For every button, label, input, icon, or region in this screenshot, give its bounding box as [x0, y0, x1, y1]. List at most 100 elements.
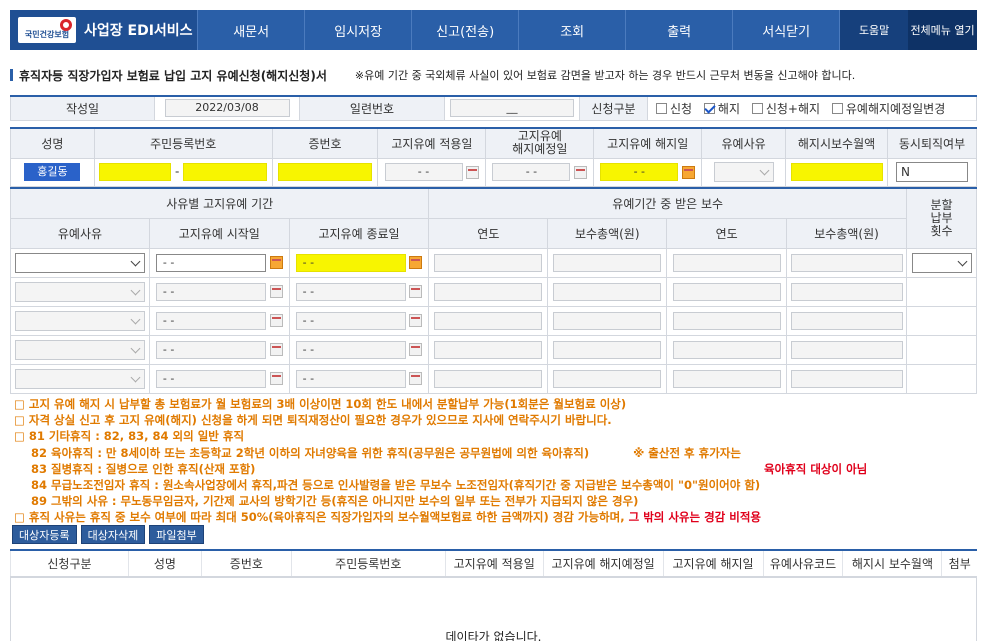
calendar-icon[interactable] — [409, 285, 423, 298]
logo[interactable]: 국민건강보험 사업장 EDI서비스 — [10, 10, 198, 50]
person-table: 성명 주민등록번호 증번호 고지유예 적용일 고지유예 해지예정일 고지유예 해… — [10, 127, 977, 187]
delete-target-button[interactable]: 대상자삭제 — [80, 525, 146, 544]
reason-select[interactable] — [14, 310, 145, 331]
pay-field[interactable] — [553, 340, 662, 359]
rrn-front-field[interactable] — [99, 163, 172, 181]
calendar-icon[interactable] — [409, 256, 423, 269]
chevron-down-icon — [130, 256, 141, 266]
year-field[interactable] — [672, 369, 781, 388]
checkbox-icon[interactable] — [831, 102, 843, 114]
calendar-icon[interactable] — [466, 165, 480, 179]
calendar-icon[interactable] — [269, 372, 283, 385]
name-field[interactable]: 홍길동 — [24, 163, 81, 181]
grid-col[interactable]: 첨부 — [941, 550, 977, 577]
pay-field[interactable] — [553, 282, 662, 301]
grid-col[interactable]: 증번호 — [200, 550, 292, 577]
reason-select[interactable] — [14, 368, 145, 389]
pay-field[interactable] — [790, 340, 903, 359]
grid-col[interactable]: 신청구분 — [10, 550, 129, 577]
installment-select[interactable] — [911, 252, 972, 273]
year-field[interactable] — [434, 282, 543, 301]
option-apply[interactable]: 신청 — [656, 102, 692, 116]
nav-new-document[interactable]: 새문서 — [197, 10, 304, 50]
calendar-icon[interactable] — [409, 343, 423, 356]
grid-col[interactable]: 해지시 보수월액 — [842, 550, 942, 577]
year-field[interactable] — [672, 253, 781, 272]
year-field[interactable] — [672, 282, 781, 301]
calendar-icon[interactable] — [409, 314, 423, 327]
planned-cancel-date-field[interactable]: - - — [492, 163, 571, 181]
pay-field[interactable] — [553, 369, 662, 388]
calendar-icon[interactable] — [269, 314, 283, 327]
year-field[interactable] — [434, 253, 543, 272]
year-field[interactable] — [434, 369, 543, 388]
nav-submit[interactable]: 신고(전송) — [411, 10, 518, 50]
start-date-field[interactable]: - - — [155, 369, 266, 388]
calendar-icon[interactable] — [269, 343, 283, 356]
pay-field[interactable] — [790, 311, 903, 330]
start-date-field[interactable]: - - — [155, 282, 266, 301]
end-date-field[interactable]: - - — [295, 369, 406, 388]
option-change-date[interactable]: 유예해지예정일변경 — [831, 102, 945, 116]
reason-select[interactable] — [14, 252, 145, 273]
help-button[interactable]: 도움말 — [839, 10, 909, 50]
register-target-button[interactable]: 대상자등록 — [12, 525, 77, 544]
grid-col[interactable]: 고지유예 적용일 — [444, 550, 544, 577]
nav-temp-save[interactable]: 임시저장 — [304, 10, 411, 50]
grid-col[interactable]: 성명 — [127, 550, 202, 577]
card-no-field[interactable] — [278, 163, 372, 181]
grid-col[interactable]: 고지유예 해지예정일 — [542, 550, 664, 577]
checkbox-checked-icon[interactable] — [703, 102, 715, 114]
serial-field[interactable]: __ — [450, 99, 574, 118]
note-line: □ 휴직 사유는 휴직 중 보수 여부에 따라 최대 50%(육아휴직은 직장가… — [14, 509, 980, 525]
grid-col[interactable]: 유예사유코드 — [762, 550, 843, 577]
grid-col[interactable]: 주민등록번호 — [290, 550, 446, 577]
pay-field[interactable] — [790, 369, 903, 388]
option-cancel[interactable]: 해지 — [703, 102, 740, 116]
cancel-date-field[interactable]: - - — [600, 163, 679, 181]
start-date-field[interactable]: - - — [155, 253, 266, 272]
chevron-down-icon — [957, 256, 967, 266]
checkbox-icon[interactable] — [656, 102, 667, 114]
end-date-field[interactable]: - - — [295, 282, 406, 301]
checkbox-icon[interactable] — [751, 102, 763, 114]
calendar-icon[interactable] — [269, 285, 283, 298]
end-date-field[interactable]: - - — [295, 340, 406, 359]
attach-file-button[interactable]: 파일첨부 — [149, 525, 204, 544]
rrn-back-field[interactable] — [183, 163, 268, 181]
option-apply-cancel[interactable]: 신청+해지 — [751, 102, 820, 116]
nav-close-form[interactable]: 서식닫기 — [732, 10, 839, 50]
date-field[interactable]: 2022/03/08 — [164, 99, 290, 118]
year-field[interactable] — [672, 311, 781, 330]
year-field[interactable] — [434, 311, 543, 330]
calendar-icon[interactable] — [269, 256, 283, 269]
nav-inquiry[interactable]: 조회 — [518, 10, 625, 50]
installment-cell — [906, 276, 977, 307]
apply-date-field[interactable]: - - — [384, 163, 463, 181]
end-date-field[interactable]: - - — [295, 311, 406, 330]
end-date-field[interactable]: - - — [295, 253, 406, 272]
notes-section: □ 고지 유예 해지 시 납부할 총 보험료가 월 보험료의 3배 이상이면 1… — [14, 396, 980, 526]
pay-field[interactable] — [553, 253, 662, 272]
period-row: - - - - — [10, 363, 977, 394]
retire-select[interactable]: N — [896, 162, 968, 182]
pay-field[interactable] — [790, 282, 903, 301]
start-date-field[interactable]: - - — [155, 311, 266, 330]
calendar-icon[interactable] — [409, 372, 423, 385]
col-year-2: 연도 — [666, 217, 788, 249]
calendar-icon[interactable] — [574, 165, 588, 179]
reason-select[interactable] — [14, 339, 145, 360]
pay-field[interactable] — [553, 311, 662, 330]
pay-field[interactable] — [790, 253, 903, 272]
reason-select[interactable] — [14, 281, 145, 302]
monthly-pay-field[interactable] — [790, 163, 883, 181]
reason-select[interactable] — [713, 162, 774, 182]
start-date-field[interactable]: - - — [155, 340, 266, 359]
all-menu-button[interactable]: 전체메뉴 열기 — [908, 10, 977, 50]
calendar-icon[interactable] — [682, 165, 696, 179]
grid-col[interactable]: 고지유예 해지일 — [662, 550, 764, 577]
type-options: 신청 해지 신청+해지 유예해지예정일변경 — [647, 95, 977, 121]
nav-print[interactable]: 출력 — [625, 10, 732, 50]
year-field[interactable] — [672, 340, 781, 359]
year-field[interactable] — [434, 340, 543, 359]
